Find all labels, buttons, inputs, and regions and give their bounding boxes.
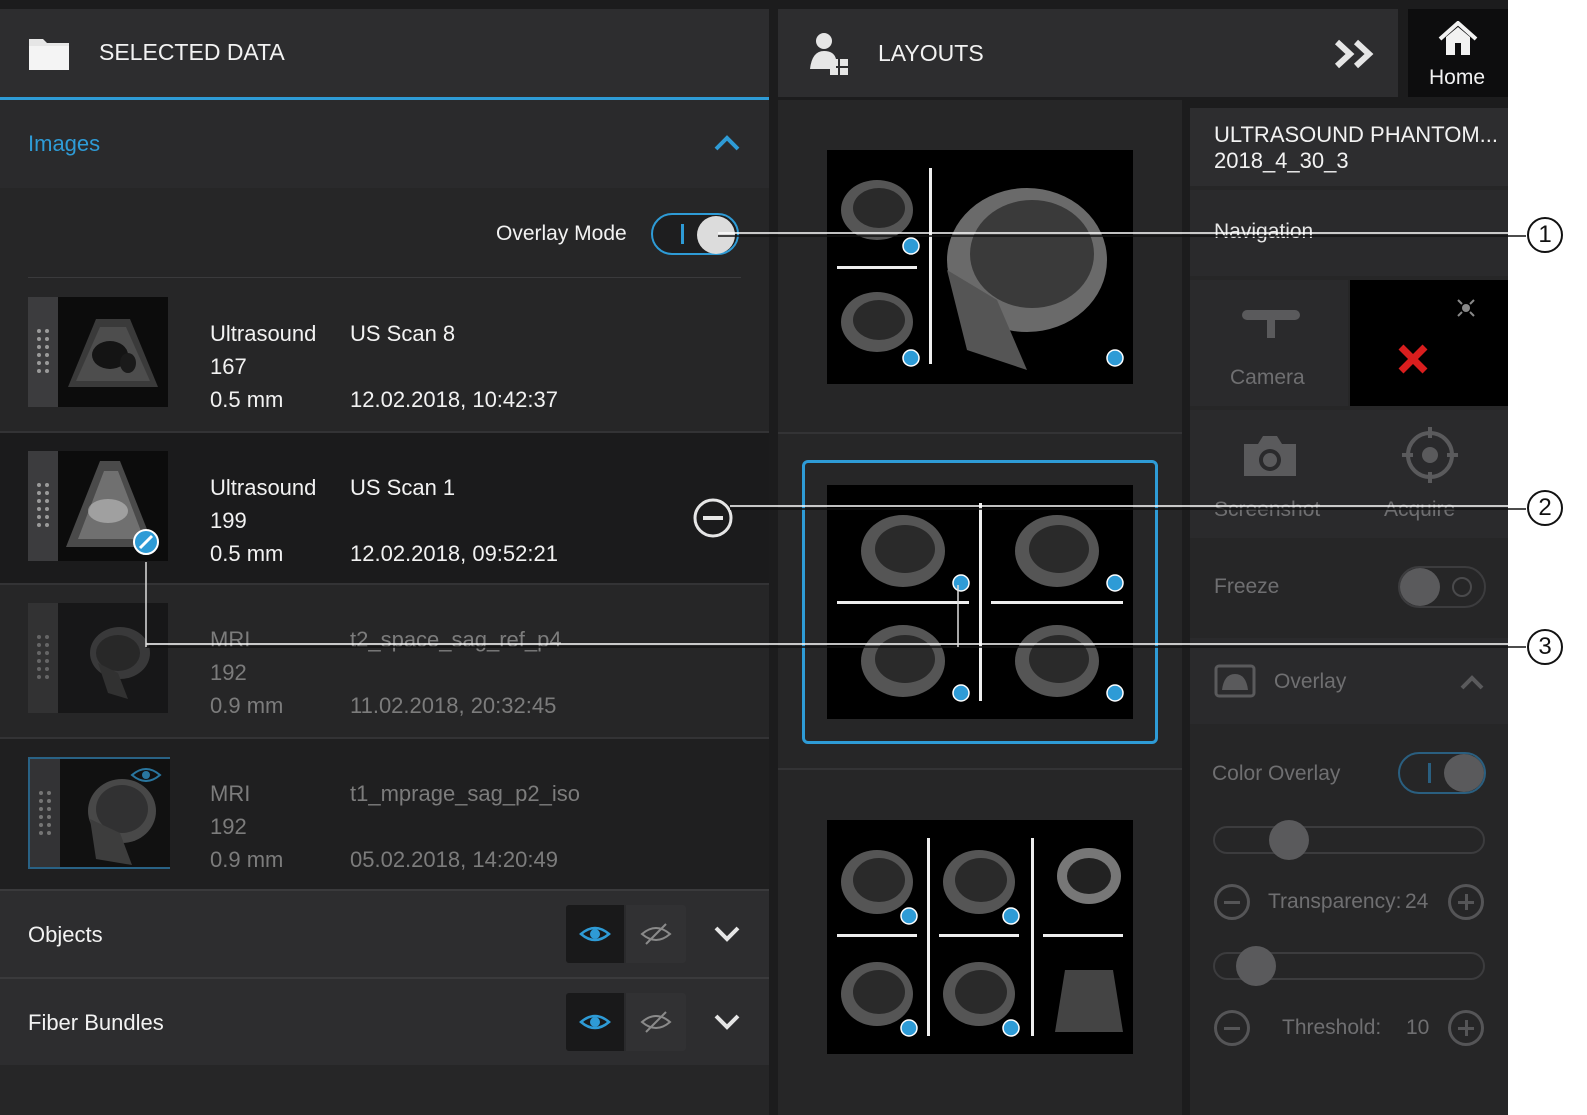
callout-marker-1: 1	[1527, 217, 1563, 253]
callout-lines	[145, 232, 1526, 648]
callout-marker-2: 2	[1527, 490, 1563, 526]
callout-marker-3: 3	[1527, 629, 1563, 665]
